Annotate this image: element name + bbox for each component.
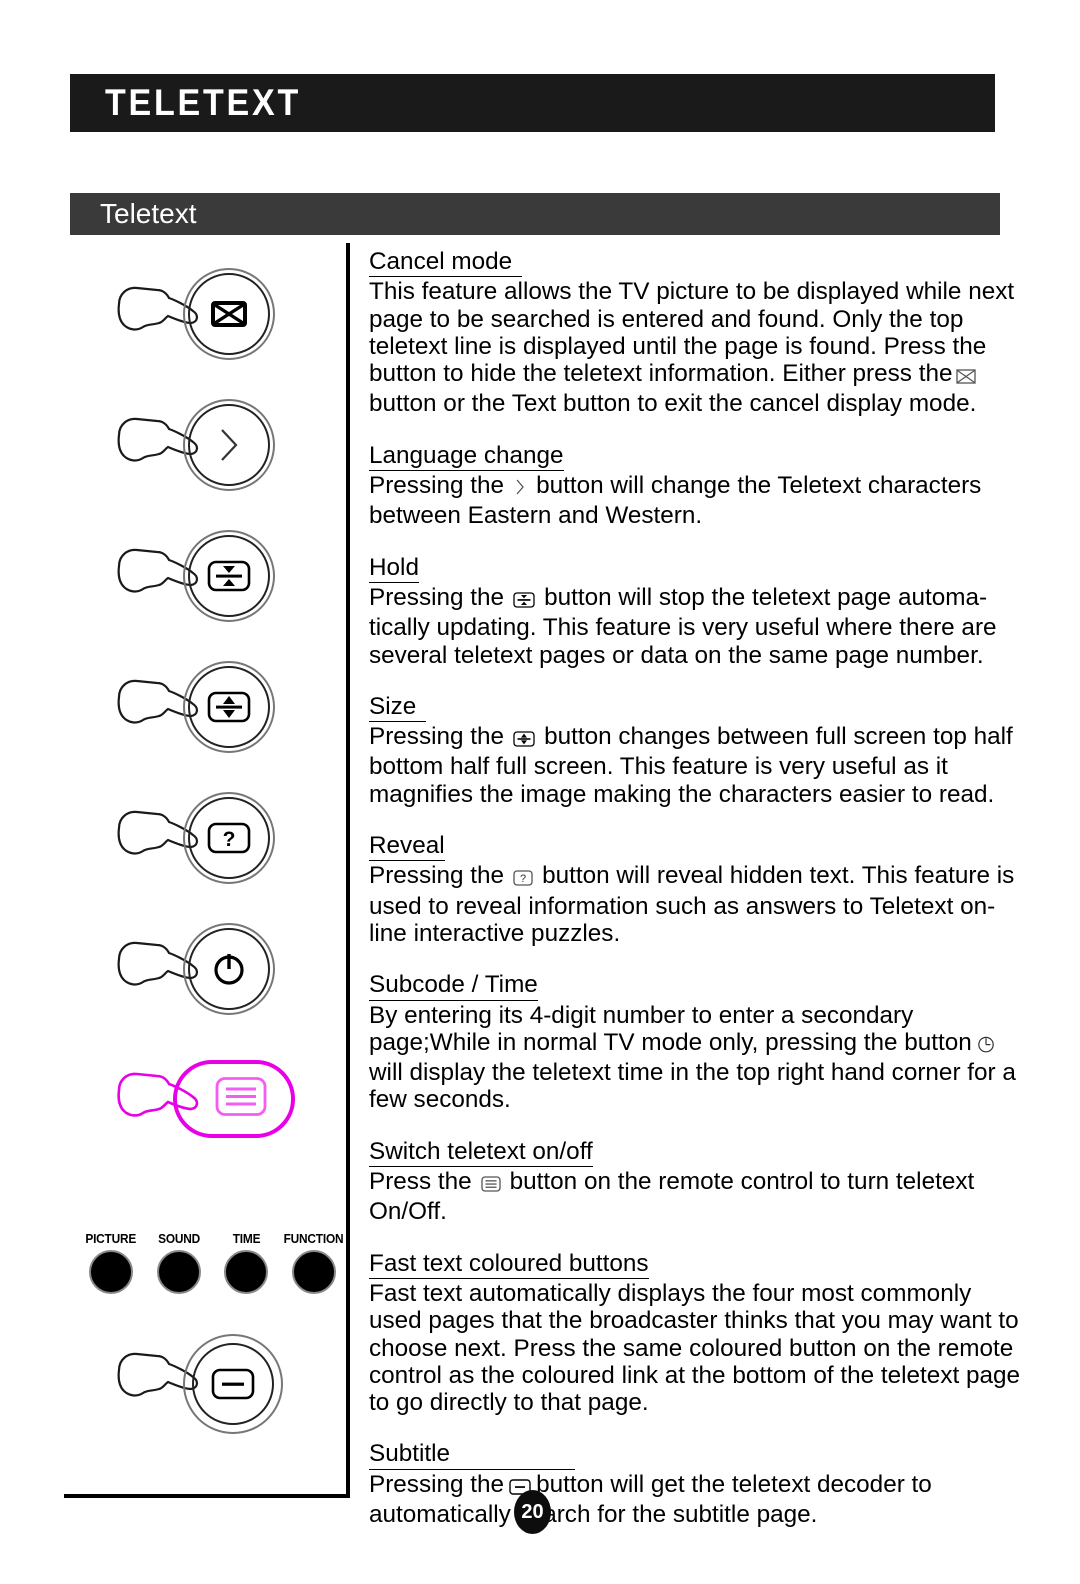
section-heading: Fast text coloured buttons [369, 1250, 649, 1279]
hold-icon [207, 560, 251, 592]
button-pill-highlighted[interactable] [173, 1060, 295, 1138]
svg-text:?: ? [223, 828, 236, 851]
section-heading: Size [369, 693, 427, 723]
button-circle[interactable] [183, 661, 275, 753]
section-heading: Reveal [369, 832, 445, 862]
button-circle[interactable] [183, 1334, 283, 1434]
section-body-part1: Pressing the [369, 723, 505, 751]
button-circle[interactable] [183, 399, 275, 491]
section-body: This feature allows the TV picture to be… [369, 278, 1029, 417]
coloured-button-dot[interactable] [291, 1250, 336, 1294]
illustration-size-button [95, 655, 345, 786]
hold-icon [513, 587, 535, 614]
section-heading: Cancel mode [369, 248, 523, 278]
section-body-part1: Press the [369, 1168, 472, 1196]
section-heading: Subtitle [369, 1440, 576, 1470]
section-switch-teletext: Switch teletext on/off Press the button o… [369, 1138, 1029, 1226]
section-subtitle: Subtitle Pressing the button will get the… [369, 1440, 1029, 1528]
section-body-part2: will display the teletext time in the to… [369, 1059, 1016, 1114]
section-body: Pressing the button will get the teletext… [369, 1471, 1029, 1529]
coloured-button-time[interactable]: TIME [215, 1232, 277, 1294]
question-mark-icon: ? [513, 865, 533, 892]
button-circle[interactable] [183, 530, 275, 622]
section-body-part1: Pressing the [369, 1470, 505, 1498]
section-body: Pressing the? button will reveal hidden t… [369, 862, 1029, 947]
coloured-button-dot[interactable] [89, 1250, 133, 1294]
subtitle-bar-icon [211, 1368, 255, 1400]
chevron-right-icon [514, 475, 526, 502]
size-icon [207, 691, 251, 723]
section-title: Teletext [100, 198, 197, 229]
crossed-envelope-icon [211, 301, 247, 327]
size-icon [513, 726, 535, 753]
section-body-part2: button or the Text button to exit the ca… [369, 390, 977, 418]
power-clock-icon [211, 951, 247, 987]
section-fast-text: Fast text coloured buttons Fast text aut… [369, 1250, 1029, 1417]
section-subcode-time: Subcode / Time By entering its 4-digit n… [369, 971, 1029, 1113]
coloured-button-sound[interactable]: SOUND [148, 1232, 210, 1294]
illustration-subcode-time-button [95, 917, 345, 1048]
teletext-lines-icon [215, 1077, 267, 1122]
section-body: Pressing the button changes between full … [369, 723, 1029, 808]
section-body: Pressing the button will stop the teletex… [369, 584, 1029, 669]
illustration-subtitle-button [113, 1330, 363, 1450]
section-reveal: Reveal Pressing the? button will reveal h… [369, 832, 1029, 947]
section-body: Pressing the button will change the Telet… [369, 472, 1029, 530]
teletext-lines-icon [480, 1171, 501, 1198]
coloured-button-dot[interactable] [156, 1250, 201, 1294]
illustration-reveal-button: ? [95, 786, 345, 917]
illustration-cancel-button [95, 262, 345, 393]
section-hold: Hold Pressing the button will stop the te… [369, 554, 1029, 669]
section-body-part1: By entering its 4-digit number to enter … [369, 1001, 972, 1056]
page-header-bar: TELETEXT [70, 74, 995, 132]
section-cancel-mode: Cancel mode This feature allows the TV p… [369, 248, 1029, 418]
illustration-teletext-onoff-button [95, 1048, 345, 1186]
section-heading: Language change [369, 442, 564, 472]
page-title: TELETEXT [104, 82, 302, 123]
svg-text:?: ? [520, 873, 526, 885]
coloured-buttons-row: PICTURE SOUND TIME FUNCTION [80, 1232, 345, 1294]
coloured-button-label: TIME [232, 1232, 261, 1246]
coloured-button-function[interactable]: FUNCTION [283, 1232, 345, 1294]
chevron-right-icon [216, 426, 242, 464]
illustration-language-change-button [95, 393, 345, 524]
page-number: 20 [521, 1500, 544, 1523]
section-language-change: Language change Pressing the button will … [369, 442, 1029, 530]
coloured-button-label: PICTURE [85, 1232, 137, 1246]
section-header-bar: Teletext [70, 193, 1000, 235]
coloured-button-label: FUNCTION [284, 1232, 344, 1246]
section-heading: Hold [369, 554, 419, 583]
content-column: Cancel mode This feature allows the TV p… [369, 248, 1029, 1552]
clock-icon [977, 1032, 995, 1059]
section-body: Fast text automatically displays the fou… [369, 1279, 1021, 1417]
section-body-part1: This feature allows the TV picture to be… [369, 278, 1015, 388]
coloured-button-label: SOUND [157, 1232, 200, 1246]
section-size: Size Pressing the button changes between … [369, 693, 1029, 808]
coloured-button-dot[interactable] [224, 1250, 269, 1294]
section-heading: Switch teletext on/off [369, 1138, 593, 1168]
question-mark-icon: ? [207, 822, 251, 854]
section-body-part1: Pressing the [369, 472, 505, 500]
section-body: Press the button on the remote control to… [369, 1168, 1029, 1226]
button-circle[interactable] [183, 923, 275, 1015]
page-number-badge: 20 [514, 1490, 551, 1534]
section-body-part1: Pressing the [369, 862, 505, 890]
coloured-button-picture[interactable]: PICTURE [80, 1232, 142, 1294]
illustration-column: ? [95, 262, 345, 1186]
crossed-envelope-icon [956, 363, 977, 390]
section-body: By entering its 4-digit number to enter … [369, 1002, 1029, 1114]
button-circle[interactable]: ? [183, 792, 275, 884]
section-heading: Subcode / Time [369, 971, 538, 1001]
button-circle[interactable] [183, 268, 275, 360]
section-body-part1: Pressing the [369, 583, 505, 611]
illustration-hold-button [95, 524, 345, 655]
